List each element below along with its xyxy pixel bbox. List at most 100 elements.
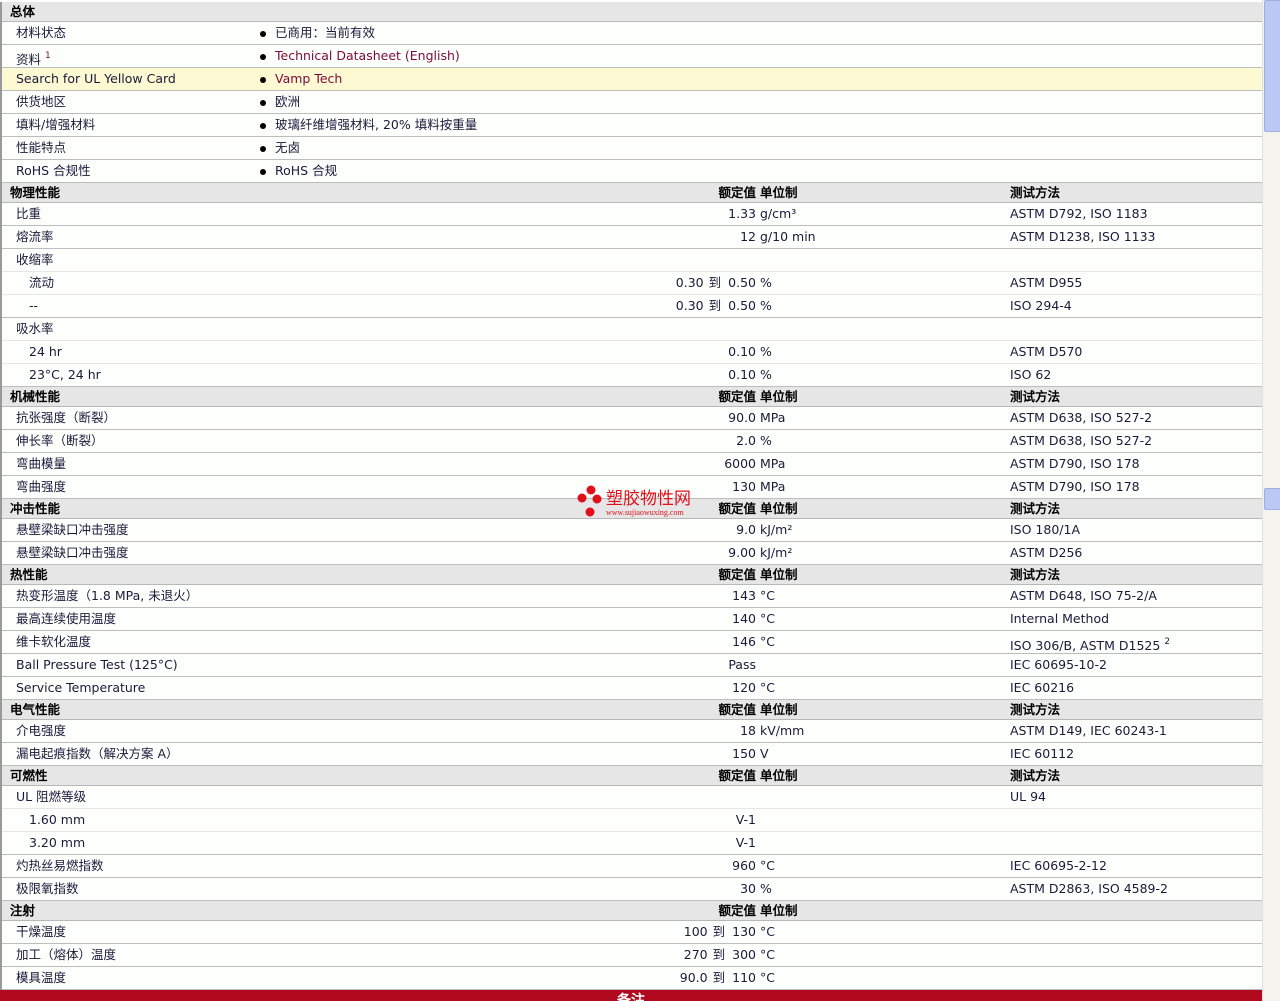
- section-title: 总体: [10, 4, 36, 19]
- property-label: 性能特点: [16, 137, 66, 159]
- column-header-unit: 单位制: [760, 567, 798, 582]
- value-link[interactable]: Technical Datasheet (English): [275, 48, 460, 63]
- section-header: 注射 额定值 单位制: [2, 901, 1264, 921]
- property-row: Service Temperature 120 °C IEC 60216: [2, 677, 1264, 700]
- value-text: 玻璃纤维增强材料, 20% 填料按重量: [275, 117, 478, 132]
- method-text: ISO 180/1A: [1010, 522, 1081, 537]
- test-method: UL 94: [1010, 786, 1046, 808]
- section-title: 注射: [10, 903, 36, 918]
- property-row: 悬壁梁缺口冲击强度 9.00 kJ/m² ASTM D256: [2, 542, 1264, 565]
- property-label: 介电强度: [16, 723, 67, 738]
- test-method: ASTM D149, IEC 60243-1: [1010, 720, 1167, 742]
- property-label: RoHS 合规性: [16, 160, 91, 182]
- value-text: 已商用：当前有效: [275, 25, 376, 40]
- label-text: 材料状态: [16, 25, 67, 40]
- value-text: 12: [740, 229, 756, 244]
- property-unit: °C: [760, 970, 775, 985]
- property-row: 灼热丝易燃指数 960 °C IEC 60695-2-12: [2, 855, 1264, 878]
- column-header-unit: 单位制: [760, 702, 798, 717]
- property-row: 24 hr 0.10% ASTM D570: [2, 341, 1264, 364]
- method-text: IEC 60695-10-2: [1010, 657, 1107, 672]
- value-text: 120: [732, 680, 756, 695]
- property-label: 悬壁梁缺口冲击强度: [16, 522, 129, 537]
- property-unit: V: [760, 746, 769, 761]
- value-text: 1.33: [728, 206, 756, 221]
- property-row: 收缩率: [2, 249, 1264, 272]
- test-method: ISO 294-4: [1010, 295, 1072, 317]
- property-label: 收缩率: [16, 252, 54, 267]
- property-row: 1.60 mm V-1: [2, 809, 1264, 832]
- value-text: Pass: [728, 657, 756, 672]
- property-row: UL 阻燃等级 UL 94: [2, 786, 1264, 809]
- property-label: 加工（熔体）温度: [16, 947, 117, 962]
- method-text: ASTM D638, ISO 527-2: [1010, 433, 1153, 448]
- property-row: 抗张强度（断裂） 90.0 MPa ASTM D638, ISO 527-2: [2, 407, 1264, 430]
- method-text: ASTM D790, ISO 178: [1010, 456, 1140, 471]
- property-label: 材料状态: [16, 22, 66, 44]
- vertical-scrollbar[interactable]: [1262, 0, 1280, 1001]
- value-text: 0.10: [728, 367, 756, 382]
- property-unit: %: [760, 298, 772, 313]
- value-text: 30: [740, 881, 756, 896]
- section-title: 机械性能: [10, 389, 61, 404]
- property-unit: MPa: [760, 479, 786, 494]
- label-text: RoHS 合规性: [16, 163, 91, 178]
- bullet-icon: [260, 53, 266, 60]
- bullet-icon: [260, 30, 266, 37]
- test-method: ASTM D792, ISO 1183: [1010, 203, 1148, 225]
- value-text: 无卤: [275, 140, 301, 155]
- property-value: Pass: [262, 654, 756, 676]
- test-method: ASTM D648, ISO 75-2/A: [1010, 585, 1157, 607]
- property-unit: °C: [760, 680, 775, 695]
- property-value: 0.30 到 0.50: [262, 295, 756, 317]
- scrollbar-thumb[interactable]: [1264, 0, 1280, 132]
- test-method: ASTM D638, ISO 527-2: [1010, 430, 1152, 452]
- bullet-icon: [260, 99, 266, 106]
- section-header: 可燃性 额定值 单位制 测试方法: [2, 766, 1264, 786]
- property-label: 悬壁梁缺口冲击强度: [16, 545, 129, 560]
- method-text: ISO 306/B, ASTM D1525: [1010, 638, 1161, 653]
- watermark-name: 塑胶物性网: [606, 489, 691, 509]
- property-value: 0.30 到 0.50: [262, 272, 756, 294]
- property-value: 2.0: [262, 430, 756, 452]
- label-text: 填料/增强材料: [16, 117, 96, 132]
- bullet-icon: [260, 76, 266, 83]
- property-row: 填料/增强材料 玻璃纤维增强材料, 20% 填料按重量: [2, 114, 1264, 137]
- column-header-value: 额定值: [718, 567, 756, 582]
- value-text: RoHS 合规: [275, 163, 338, 178]
- range-separator: 到: [708, 298, 722, 313]
- property-label: Ball Pressure Test (125°C): [16, 657, 178, 672]
- property-row: 熔流率 12 g/10 min ASTM D1238, ISO 1133: [2, 226, 1264, 249]
- method-text: ISO 294-4: [1010, 298, 1072, 313]
- value-text: 150: [732, 746, 756, 761]
- value-text: 0.50: [728, 275, 756, 290]
- property-row: Ball Pressure Test (125°C) Pass IEC 60695-…: [2, 654, 1264, 677]
- value-link[interactable]: Vamp Tech: [275, 71, 342, 86]
- bullet-icon: [260, 122, 266, 129]
- section-header-general: 总体: [2, 2, 1264, 22]
- property-row: 热变形温度（1.8 MPa, 未退火） 143 °C ASTM D648, ISO 7…: [2, 585, 1264, 608]
- column-header-method: 测试方法: [1010, 567, 1061, 582]
- property-row: 比重 1.33 g/cm³ ASTM D792, ISO 1183: [2, 203, 1264, 226]
- property-value: 120: [262, 677, 756, 699]
- property-unit: °C: [760, 634, 775, 649]
- value-text: 9.00: [728, 545, 756, 560]
- section-header: 物理性能 额定值 单位制 测试方法: [2, 183, 1264, 203]
- watermark-logo: 塑胶物性网 www.sujiaowuxing.com: [576, 484, 706, 520]
- test-method: IEC 60695-2-12: [1010, 855, 1107, 877]
- section-title: 电气性能: [10, 702, 61, 717]
- test-method: ASTM D638, ISO 527-2: [1010, 407, 1152, 429]
- property-value: 960: [262, 855, 756, 877]
- property-row: 极限氧指数 30% ASTM D2863, ISO 4589-2: [2, 878, 1264, 901]
- property-label: 24 hr: [29, 344, 62, 359]
- property-row: 弯曲模量 6000 MPa ASTM D790, ISO 178: [2, 453, 1264, 476]
- property-unit: g/10 min: [760, 229, 816, 244]
- property-label: 最高连续使用温度: [16, 611, 117, 626]
- property-label: 流动: [29, 275, 55, 290]
- value-text: 960: [732, 858, 756, 873]
- column-header-value: 额定值: [718, 903, 756, 918]
- method-text: ASTM D149, IEC 60243-1: [1010, 723, 1167, 738]
- property-value: 150: [262, 743, 756, 765]
- footnote-ref[interactable]: 2: [1164, 637, 1170, 647]
- footnote-ref[interactable]: 1: [45, 51, 51, 61]
